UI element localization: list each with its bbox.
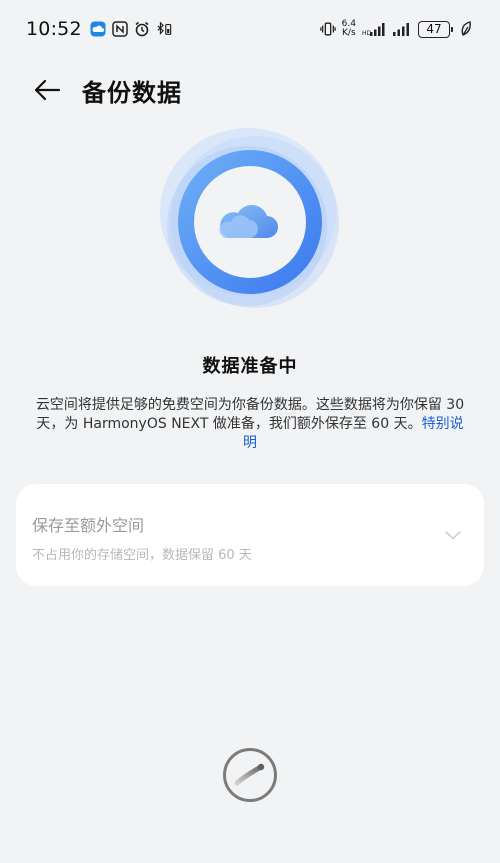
eco-leaf-icon [458,21,474,37]
cloud-app-icon [90,21,106,37]
page-header: 备份数据 [0,62,500,118]
status-bar: 10:52 6.4 K/s HD 47 [0,0,500,58]
loading-comet-icon [234,763,265,786]
chevron-down-icon [445,531,461,540]
bluetooth-battery-icon [156,21,172,37]
loading-spinner [223,748,277,802]
page-title: 备份数据 [82,78,182,107]
extra-space-subtitle: 不占用你的存储空间，数据保留 60 天 [32,548,252,563]
alarm-icon [134,21,150,37]
network-speed-unit: K/s [342,28,356,38]
extra-space-option-card[interactable]: 保存至额外空间 不占用你的存储空间，数据保留 60 天 [16,484,484,586]
back-button[interactable] [30,73,64,107]
backup-data-page: 10:52 6.4 K/s HD 47 备份数据 数据准备中 云空间将提供足够的… [0,0,500,863]
status-time: 10:52 [26,18,82,40]
signal-sim2-icon [392,21,412,37]
battery-indicator: 47 [418,20,453,38]
back-arrow-icon [34,79,61,101]
signal-sim1-icon: HD [362,21,386,37]
description-text: 云空间将提供足够的免费空间为你备份数据。这些数据将为你保留 30 天，为 Har… [35,397,465,432]
backup-cloud-illustration [155,122,345,312]
nfc-icon [112,21,128,37]
backup-description: 云空间将提供足够的免费空间为你备份数据。这些数据将为你保留 30 天，为 Har… [30,396,470,453]
status-left-icons [90,21,172,37]
network-speed: 6.4 K/s [342,20,356,38]
extra-space-title: 保存至额外空间 [32,516,145,535]
vibrate-icon [319,21,336,37]
status-right-icons: 6.4 K/s HD 47 [319,20,474,38]
backup-status-heading: 数据准备中 [202,356,298,377]
